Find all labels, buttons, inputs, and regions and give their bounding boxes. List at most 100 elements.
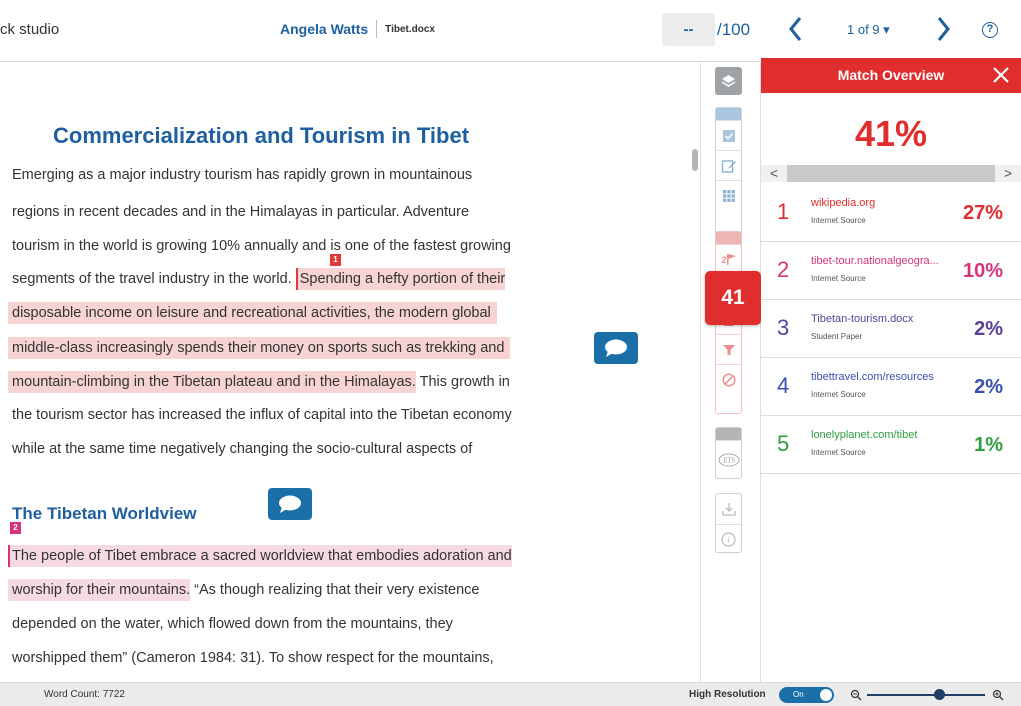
- text-line: middle-class increasingly spends their m…: [8, 337, 511, 359]
- match-row[interactable]: 5 lonelyplanet.com/tibet Internet Source 1%: [761, 416, 1021, 474]
- zoom-in-icon: [992, 689, 1004, 701]
- match-source[interactable]: tibet-tour.nationalgeogra...: [811, 255, 961, 267]
- match-highlight-2[interactable]: worship for their mountains.: [8, 579, 191, 601]
- high-resolution-label: High Resolution: [689, 689, 766, 700]
- help-icon[interactable]: ?: [982, 22, 998, 38]
- match-percentage: 27%: [962, 202, 1003, 224]
- close-panel-button[interactable]: [991, 65, 1011, 85]
- scroll-right-button[interactable]: >: [995, 165, 1021, 182]
- status-bar: Word Count: 7722 High Resolution On: [0, 682, 1021, 706]
- layers-icon: [721, 75, 736, 87]
- author-name: Angela Watts: [280, 21, 369, 37]
- match-highlight-1[interactable]: middle-class increasingly spends their m…: [8, 337, 511, 359]
- block-icon: [721, 372, 736, 387]
- ets-layer-toggle[interactable]: [716, 428, 741, 440]
- quickmark-button[interactable]: [716, 120, 741, 150]
- ets-button[interactable]: ETS: [716, 440, 741, 479]
- match-overview-panel: Match Overview 41% < > 1 wikipedia.org Int…: [761, 58, 1021, 682]
- tool-sidebar: 2 ETS i: [700, 63, 761, 682]
- text-line: the tourism sector has increased the inf…: [12, 407, 512, 423]
- checkbox-icon: [722, 129, 735, 142]
- document-viewer: Commercialization and Tourism in Tibet E…: [0, 63, 700, 682]
- top-bar: ck studio Angela Watts Tibet.docx -- /10…: [0, 0, 1021, 62]
- text-span: This growth in: [415, 374, 510, 390]
- svg-text:i: i: [727, 535, 730, 545]
- document-title: Commercialization and Tourism in Tibet: [53, 123, 470, 148]
- match-highlight-1[interactable]: mountain-climbing in the Tibetan plateau…: [8, 371, 416, 393]
- download-icon: [721, 503, 736, 516]
- previous-paper-button[interactable]: [785, 14, 807, 44]
- filter-button[interactable]: [716, 334, 741, 364]
- document-scrollbar[interactable]: [692, 149, 698, 171]
- match-source[interactable]: tibettravel.com/resources: [811, 371, 961, 383]
- panel-title: Match Overview: [761, 58, 1021, 93]
- match-highlight-1[interactable]: Spending a hefty portion of their: [295, 268, 506, 290]
- close-icon: [993, 67, 1009, 83]
- text-line: regions in recent decades and in the Him…: [12, 204, 470, 220]
- submission-info: Angela Watts Tibet.docx: [280, 20, 435, 38]
- match-number: 3: [777, 315, 790, 340]
- match-marker-2[interactable]: 2: [10, 522, 21, 534]
- toggle-knob: [820, 689, 832, 701]
- match-source[interactable]: Tibetan-tourism.docx: [811, 313, 961, 325]
- header-divider: [376, 20, 378, 38]
- zoom-out-icon: [850, 689, 862, 701]
- match-list: 1 wikipedia.org Internet Source 27% 2 tibet-t…: [761, 184, 1021, 474]
- exclude-button[interactable]: [716, 364, 741, 394]
- comment-bubble-button[interactable]: [268, 488, 312, 520]
- chevron-right-icon: [937, 17, 950, 41]
- feedback-button[interactable]: [716, 150, 741, 180]
- next-paper-button[interactable]: [932, 14, 954, 44]
- layers-button[interactable]: [715, 67, 742, 95]
- info-button[interactable]: i: [716, 524, 741, 554]
- info-icon: i: [721, 532, 736, 547]
- match-source-type: Internet Source: [811, 390, 866, 399]
- chevron-left-icon: [789, 17, 802, 41]
- grading-layer-toggle[interactable]: [716, 108, 741, 120]
- match-highlight-2[interactable]: The people of Tibet embrace a sacred wor…: [8, 545, 512, 567]
- text-span: segments of the travel industry in the w…: [12, 271, 296, 287]
- match-row[interactable]: 3 Tibetan-tourism.docx Student Paper 2%: [761, 300, 1021, 358]
- download-button[interactable]: [716, 494, 741, 524]
- comment-icon: [605, 339, 627, 357]
- ets-tools-group: ETS: [715, 427, 742, 479]
- match-marker-1[interactable]: 1: [330, 254, 341, 266]
- rubric-button[interactable]: [716, 180, 741, 210]
- match-row[interactable]: 4 tibettravel.com/resources Internet Sourc…: [761, 358, 1021, 416]
- text-line: while at the same time negatively changi…: [12, 441, 473, 457]
- match-highlight-1[interactable]: disposable income on leisure and recreat…: [8, 302, 497, 324]
- svg-text:ETS: ETS: [722, 457, 735, 465]
- match-percentage: 2%: [974, 376, 1003, 398]
- similarity-score-badge[interactable]: 41: [705, 271, 761, 325]
- scroll-left-button[interactable]: <: [761, 165, 787, 182]
- match-number: 5: [777, 431, 790, 456]
- panel-horizontal-scrollbar[interactable]: < >: [761, 165, 1021, 182]
- grade-input[interactable]: --: [662, 13, 715, 46]
- match-source-type: Internet Source: [811, 448, 866, 457]
- match-row[interactable]: 2 tibet-tour.nationalgeogra... Internet So…: [761, 242, 1021, 300]
- zoom-slider-track[interactable]: [867, 694, 985, 696]
- match-number: 1: [777, 199, 790, 224]
- text-line: Emerging as a major industry tourism has…: [12, 167, 473, 183]
- match-number: 2: [777, 257, 790, 282]
- paper-index-dropdown[interactable]: 1 of 9 ▾: [847, 22, 890, 38]
- zoom-in-button[interactable]: [992, 688, 1004, 706]
- high-resolution-toggle[interactable]: On: [779, 687, 834, 703]
- text-line: worshipped them” (Cameron 1984: 31). To …: [12, 650, 494, 666]
- comment-bubble-button[interactable]: [594, 332, 638, 364]
- comment-icon: [279, 495, 301, 513]
- match-row[interactable]: 1 wikipedia.org Internet Source 27%: [761, 184, 1021, 242]
- zoom-slider-handle[interactable]: [934, 689, 945, 700]
- zoom-out-button[interactable]: [850, 688, 862, 706]
- text-line: segments of the travel industry in the w…: [12, 268, 506, 290]
- filter-icon: [722, 344, 735, 355]
- similarity-layer-toggle[interactable]: [716, 232, 741, 244]
- match-source[interactable]: lonelyplanet.com/tibet: [811, 429, 961, 441]
- grade-max: /100: [717, 20, 751, 39]
- text-span: “As though realizing that their very exi…: [190, 582, 480, 598]
- flags-button[interactable]: 2: [716, 244, 741, 274]
- match-source-type: Student Paper: [811, 332, 863, 341]
- ets-icon: ETS: [718, 453, 739, 467]
- match-source[interactable]: wikipedia.org: [811, 197, 961, 209]
- utility-tools-group: i: [715, 493, 742, 553]
